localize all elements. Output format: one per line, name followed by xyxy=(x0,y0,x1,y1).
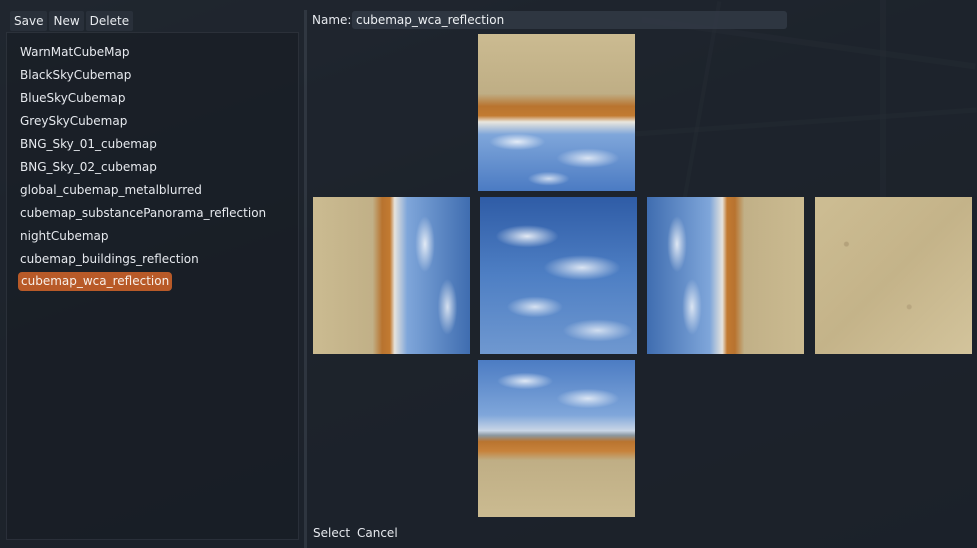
cubemap-list: WarnMatCubeMap BlackSkyCubemap BlueSkyCube… xyxy=(18,42,268,295)
cancel-button[interactable]: Cancel xyxy=(355,525,400,541)
name-input[interactable] xyxy=(352,11,787,29)
cubemap-list-item-label: GreySkyCubemap xyxy=(20,114,128,128)
delete-button[interactable]: Delete xyxy=(85,11,134,31)
cubemap-face-back[interactable] xyxy=(815,197,972,354)
cubemap-list-item[interactable]: global_cubemap_metalblurred xyxy=(18,180,268,203)
cubemap-list-item-label: cubemap_wca_reflection xyxy=(18,272,173,291)
cubemap-face-bottom[interactable] xyxy=(478,360,635,517)
cubemap-list-item[interactable]: BlueSkyCubemap xyxy=(18,88,268,111)
cubemap-face-left[interactable] xyxy=(313,197,470,354)
cubemap-list-item[interactable]: WarnMatCubeMap xyxy=(18,42,268,65)
name-label: Name: xyxy=(312,13,352,27)
cubemap-list-item[interactable]: cubemap_substancePanorama_reflection xyxy=(18,203,268,226)
cubemap-editor-window: Save New Delete WarnMatCubeMap BlackSkyCu… xyxy=(0,0,977,548)
cubemap-list-item[interactable]: cubemap_buildings_reflection xyxy=(18,249,268,272)
left-toolbar: Save New Delete xyxy=(10,11,134,31)
save-button[interactable]: Save xyxy=(10,11,48,31)
panel-splitter[interactable] xyxy=(304,10,307,548)
cubemap-face-right[interactable] xyxy=(647,197,804,354)
cubemap-list-panel: WarnMatCubeMap BlackSkyCubemap BlueSkyCube… xyxy=(6,32,299,540)
cubemap-list-item-label: nightCubemap xyxy=(20,229,109,243)
cubemap-list-item-label: BNG_Sky_01_cubemap xyxy=(20,137,157,151)
cubemap-list-item[interactable]: BlackSkyCubemap xyxy=(18,65,268,88)
cubemap-list-item-label: WarnMatCubeMap xyxy=(20,45,130,59)
cubemap-list-item-label: cubemap_buildings_reflection xyxy=(20,252,199,266)
new-button[interactable]: New xyxy=(49,11,84,31)
cubemap-face-top[interactable] xyxy=(478,34,635,191)
cubemap-list-item-label: global_cubemap_metalblurred xyxy=(20,183,202,197)
select-button[interactable]: Select xyxy=(311,525,352,541)
cubemap-list-item[interactable]: GreySkyCubemap xyxy=(18,111,268,134)
cubemap-face-front[interactable] xyxy=(480,197,637,354)
cubemap-list-item[interactable]: BNG_Sky_02_cubemap xyxy=(18,157,268,180)
cubemap-list-item[interactable]: cubemap_wca_reflection xyxy=(18,272,268,295)
cubemap-list-item-label: BlackSkyCubemap xyxy=(20,68,132,82)
cubemap-list-item-label: BlueSkyCubemap xyxy=(20,91,126,105)
cubemap-list-item-label: cubemap_substancePanorama_reflection xyxy=(20,206,267,220)
cubemap-list-item[interactable]: nightCubemap xyxy=(18,226,268,249)
cubemap-list-item[interactable]: BNG_Sky_01_cubemap xyxy=(18,134,268,157)
cubemap-list-item-label: BNG_Sky_02_cubemap xyxy=(20,160,157,174)
